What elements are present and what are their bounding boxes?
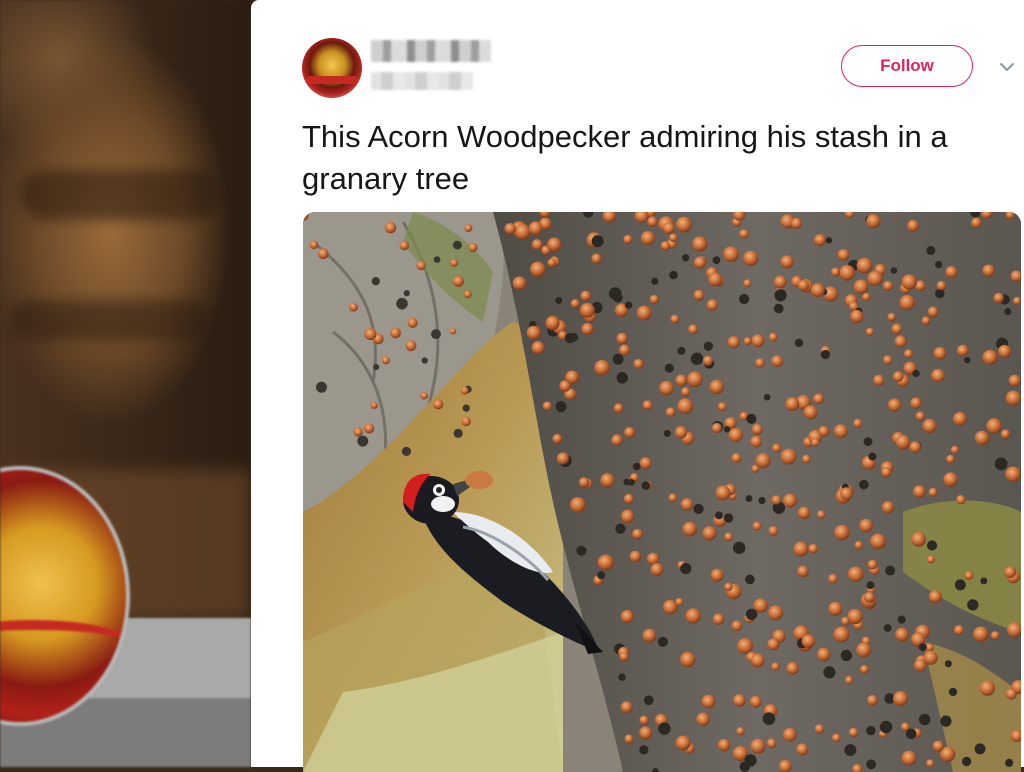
avatar[interactable] [302, 38, 362, 98]
follow-button[interactable]: Follow [841, 45, 973, 87]
blurred-display-name[interactable] [371, 40, 491, 62]
tweet-photo[interactable] [303, 212, 1021, 772]
tweet-text: This Acorn Woodpecker admiring his stash… [302, 119, 948, 196]
tweet-card: Follow This Acorn Woodpecker admiring hi… [251, 0, 1024, 772]
blurred-username[interactable] [371, 72, 473, 90]
chevron-down-icon[interactable] [996, 56, 1018, 78]
background-blurred-image [0, 0, 251, 767]
